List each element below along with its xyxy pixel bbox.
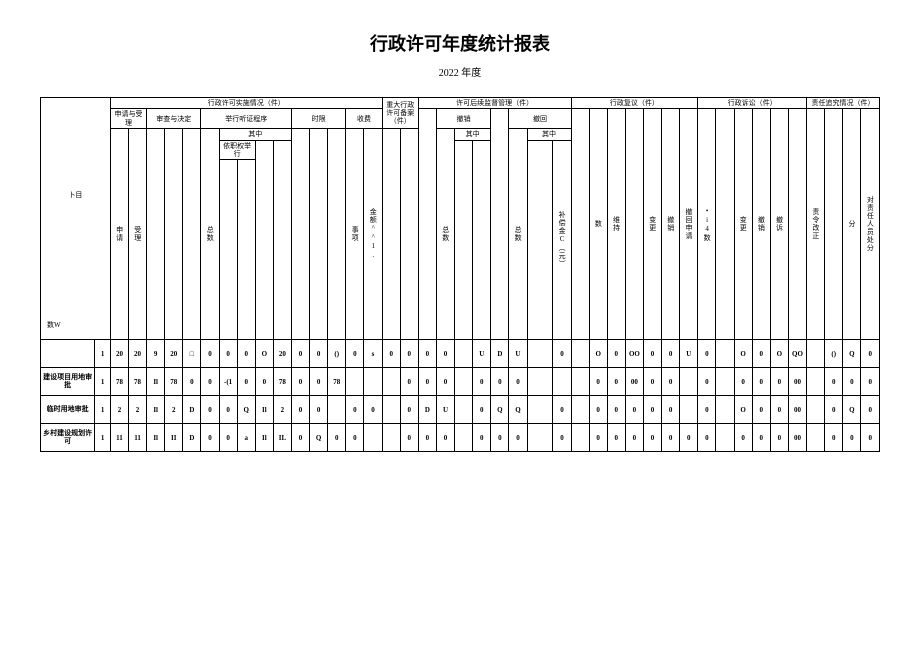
hdr-hearing: 举行听证程序 bbox=[201, 109, 292, 129]
hdr-time: 时限 bbox=[291, 109, 345, 129]
table-body: 1 2020920□000O2000()0s0000UDU0O0OO00U0O0… bbox=[41, 340, 880, 452]
hdr-withdraw: 撤回 bbox=[509, 109, 571, 129]
col-change: 变更 bbox=[648, 216, 656, 232]
row-label: 临时用地审批 bbox=[41, 396, 95, 424]
col-total2: 总数 bbox=[441, 226, 449, 242]
hdr-group1: 行政许可实施情况（件） bbox=[110, 98, 382, 109]
header-countw: 数W bbox=[47, 321, 61, 329]
col-revoke2: 撤销 bbox=[666, 216, 674, 232]
col-matter: 事项 bbox=[351, 226, 359, 242]
hdr-revoke: 撤销 bbox=[436, 109, 490, 129]
col-num1: 数 bbox=[594, 220, 602, 228]
hdr-group4: 行政复议（件） bbox=[571, 98, 698, 109]
header-item: 卜目 bbox=[68, 190, 82, 198]
stats-table: 卜目 数W 行政许可实施情况（件） 重大行政许可备案（件） 许可后续监督管理（件… bbox=[40, 97, 880, 452]
hdr-group3: 许可后续监督管理（件） bbox=[418, 98, 571, 109]
hdr-group2: 重大行政许可备案（件） bbox=[382, 98, 418, 129]
hdr-group6: 责任追究情况（件） bbox=[807, 98, 880, 109]
document-page: 行政许可年度统计报表 2022 年度 卜目 数W 行政许可实施情况（件） 重大行… bbox=[0, 0, 920, 482]
col-amount: 金额^^1. bbox=[369, 208, 377, 260]
hdr-fee: 收费 bbox=[346, 109, 382, 129]
col-comp: 补偿金C（元） bbox=[558, 211, 566, 268]
hdr-ofwhich2: 其中 bbox=[455, 129, 491, 140]
col-apply: 申请 bbox=[115, 226, 123, 242]
col-withdraw-app: 撤回申请 bbox=[685, 208, 693, 240]
table-row: 乡村建设规划许可 1 1111IlIID00aIlIL0Q00000000000… bbox=[41, 424, 880, 452]
table-header: 卜目 数W 行政许可实施情况（件） 重大行政许可备案（件） 许可后续监督管理（件… bbox=[41, 98, 880, 340]
col-accept: 受理 bbox=[133, 226, 141, 242]
col-snum: •i4数 bbox=[703, 207, 711, 242]
hdr-ofwhich3: 其中 bbox=[527, 129, 571, 140]
page-subtitle: 2022 年度 bbox=[40, 64, 880, 79]
table-row: 临时用地审批 1 22Il2D00QIl200000DU0QQ0000000O0… bbox=[41, 396, 880, 424]
hdr-exofficio: 依职权举行 bbox=[219, 140, 255, 160]
page-title: 行政许可年度统计报表 bbox=[40, 30, 880, 56]
col-total1: 总数 bbox=[206, 226, 214, 242]
col-total3: 总数 bbox=[514, 226, 522, 242]
col-appeal: 撤诉 bbox=[775, 216, 783, 232]
col-revoke3: 撤销 bbox=[757, 216, 765, 232]
table-row: 建设项目用地审批 1 7878Il7800-(10078007800000000… bbox=[41, 368, 880, 396]
col-change2: 变更 bbox=[739, 216, 747, 232]
row-label: 乡村建设规划许可 bbox=[41, 424, 95, 452]
table-row: 1 2020920□000O2000()0s0000UDU0O0OO00U0O0… bbox=[41, 340, 880, 368]
row-label bbox=[41, 340, 95, 368]
row-label: 建设项目用地审批 bbox=[41, 368, 95, 396]
col-person: 对责任人员处分 bbox=[866, 196, 874, 252]
hdr-group5: 行政诉讼（件） bbox=[698, 98, 807, 109]
hdr-apply: 申请与受理 bbox=[110, 109, 146, 129]
col-order: 责令改正 bbox=[811, 208, 819, 240]
col-disp: 分 bbox=[848, 220, 856, 228]
hdr-review: 审查与决定 bbox=[147, 109, 201, 129]
hdr-ofwhich1: 其中 bbox=[219, 129, 291, 140]
col-maintain: 维持 bbox=[612, 216, 620, 232]
